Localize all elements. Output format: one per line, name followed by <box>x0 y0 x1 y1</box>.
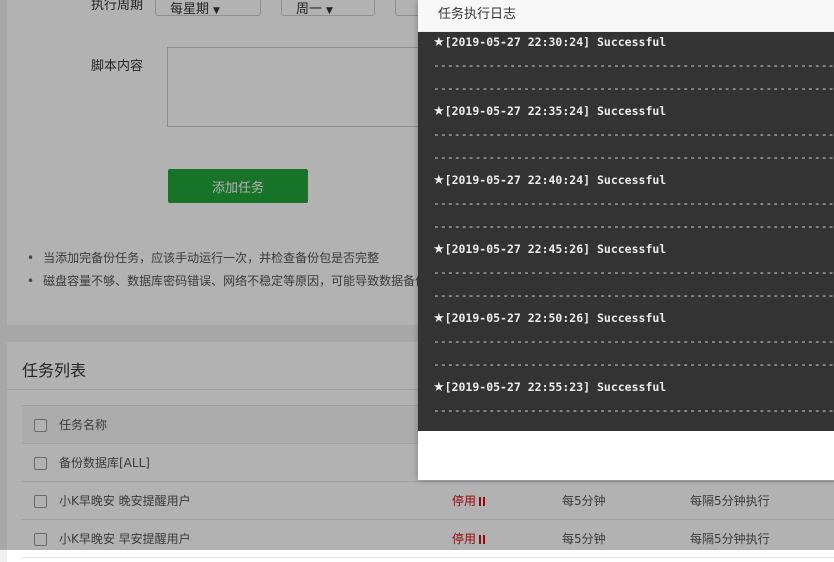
log-entry: ★[2019-05-27 22:55:23] Successful <box>433 380 666 395</box>
star-icon: ★ <box>433 35 445 50</box>
log-text: [2019-05-27 22:30:24] Successful <box>444 35 667 49</box>
log-entry: ★[2019-05-27 22:50:26] Successful <box>433 311 666 326</box>
log-text: [2019-05-27 22:40:24] Successful <box>444 173 667 187</box>
log-text: [2019-05-27 22:55:23] Successful <box>444 380 667 394</box>
log-separator: ----------------------------------------… <box>433 150 834 164</box>
star-icon: ★ <box>433 380 445 395</box>
log-separator: ----------------------------------------… <box>433 81 834 95</box>
log-separator: ----------------------------------------… <box>433 288 834 302</box>
star-icon: ★ <box>433 173 445 188</box>
log-text: [2019-05-27 22:50:26] Successful <box>444 311 667 325</box>
log-entry: ★[2019-05-27 22:35:24] Successful <box>433 104 666 119</box>
log-separator: ----------------------------------------… <box>433 403 834 417</box>
log-modal: 任务执行日志 ★[2019-05-27 22:30:24] Successful… <box>418 0 834 480</box>
log-separator: ----------------------------------------… <box>433 265 834 279</box>
star-icon: ★ <box>433 311 445 326</box>
log-output[interactable]: ★[2019-05-27 22:30:24] Successful ------… <box>418 32 834 431</box>
log-text: [2019-05-27 22:45:26] Successful <box>444 242 667 256</box>
log-entry: ★[2019-05-27 22:40:24] Successful <box>433 173 666 188</box>
star-icon: ★ <box>433 104 445 119</box>
log-separator: ----------------------------------------… <box>433 58 834 72</box>
log-separator: ----------------------------------------… <box>433 127 834 141</box>
log-separator: ----------------------------------------… <box>433 334 834 348</box>
log-entry: ★[2019-05-27 22:30:24] Successful <box>433 35 666 50</box>
log-separator: ----------------------------------------… <box>433 196 834 210</box>
log-separator: ----------------------------------------… <box>433 219 834 233</box>
star-icon: ★ <box>433 242 445 257</box>
modal-title: 任务执行日志 <box>438 7 517 22</box>
log-separator: ----------------------------------------… <box>433 357 834 371</box>
modal-header: 任务执行日志 <box>418 0 834 32</box>
log-text: [2019-05-27 22:35:24] Successful <box>444 104 667 118</box>
log-entry: ★[2019-05-27 22:45:26] Successful <box>433 242 666 257</box>
